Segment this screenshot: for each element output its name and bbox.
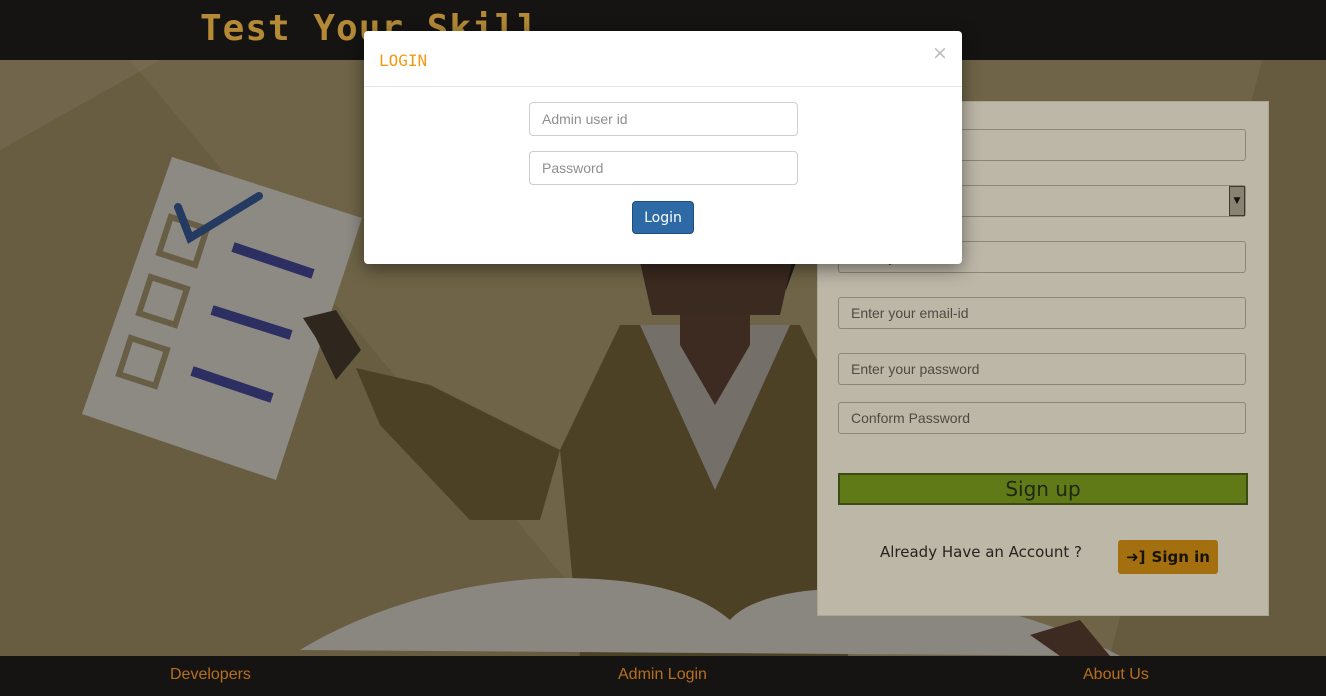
sign-in-icon: ➜] <box>1126 548 1146 566</box>
admin-user-id-input[interactable] <box>529 102 798 136</box>
sign-in-label: Sign in <box>1151 548 1210 566</box>
about-us-link[interactable]: About Us <box>1083 666 1149 684</box>
email-field[interactable] <box>838 297 1246 329</box>
login-button[interactable]: Login <box>632 201 694 234</box>
developers-link[interactable]: Developers <box>170 666 251 684</box>
already-account-text: Already Have an Account ? <box>880 543 1082 561</box>
confirm-password-field[interactable] <box>838 402 1246 434</box>
password-field[interactable] <box>838 353 1246 385</box>
modal-header: LOGIN × <box>364 31 962 87</box>
footer: Developers Admin Login About Us <box>0 656 1326 696</box>
dropdown-arrow-icon[interactable]: ▼ <box>1229 186 1245 216</box>
sign-up-button[interactable]: Sign up <box>838 473 1248 505</box>
close-icon[interactable]: × <box>930 41 950 65</box>
login-modal: LOGIN × Login <box>364 31 962 264</box>
modal-title: LOGIN <box>379 51 428 70</box>
admin-login-link[interactable]: Admin Login <box>618 666 707 684</box>
sign-in-button[interactable]: ➜] Sign in <box>1118 540 1218 574</box>
admin-password-input[interactable] <box>529 151 798 185</box>
